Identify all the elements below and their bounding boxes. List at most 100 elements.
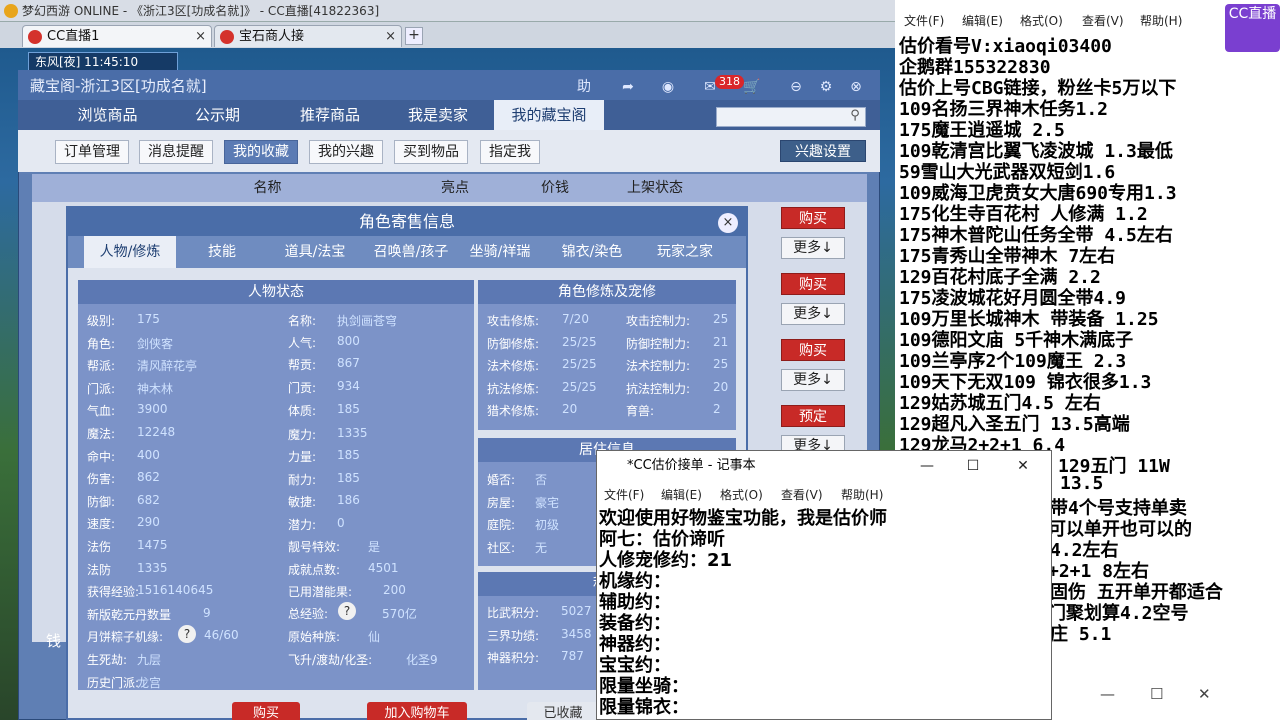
score-label: 神器积分:: [487, 651, 540, 665]
stat-label: 新版乾元丹数量: [87, 607, 172, 622]
tab-label: 宝石商人接: [239, 29, 305, 44]
tab-items[interactable]: 道具/法宝: [270, 236, 360, 268]
my-interest-button[interactable]: 我的兴趣: [309, 140, 383, 164]
buy-button[interactable]: 购买: [781, 339, 845, 361]
help-question-icon[interactable]: ?: [178, 625, 196, 643]
buy-button[interactable]: 购买: [781, 273, 845, 295]
cc-live-logo: CC直播: [1225, 4, 1280, 52]
more-button[interactable]: 更多↓: [781, 303, 845, 325]
help-question-icon[interactable]: ?: [338, 602, 356, 620]
menu-view[interactable]: 查看(V): [781, 486, 823, 503]
cult-label: 防御控制力:: [626, 336, 691, 351]
browser-logo-icon: [4, 4, 18, 18]
stat-label: 魔力:: [288, 428, 317, 442]
search-icon[interactable]: ⚲: [846, 108, 864, 126]
menu-format[interactable]: 格式(O): [720, 486, 763, 503]
stat-label: 体质:: [288, 404, 317, 418]
nav-browse[interactable]: 浏览商品: [60, 100, 155, 130]
tab-pets[interactable]: 召唤兽/孩子: [362, 236, 460, 268]
stat-label: 气血:: [87, 404, 116, 419]
nav-my-cbg[interactable]: 我的藏宝阁: [494, 100, 604, 130]
browser-title: 梦幻西游 ONLINE - 《浙江3区[功成名就]》 - CC直播[418223…: [22, 4, 380, 18]
stat-label: 命中:: [87, 449, 116, 464]
minimize-button[interactable]: —: [904, 451, 950, 481]
stat-label: 法防: [87, 562, 112, 577]
record-icon[interactable]: ◉: [658, 77, 678, 97]
share-icon[interactable]: ➦: [618, 77, 638, 97]
stat-label: 生死劫:: [87, 653, 128, 667]
order-manage-button[interactable]: 订单管理: [55, 140, 129, 164]
maximize-button[interactable]: ☐: [950, 451, 996, 481]
cart-icon[interactable]: 🛒: [742, 77, 762, 97]
reserve-button[interactable]: 预定: [781, 405, 845, 427]
minimize-button[interactable]: —: [1100, 685, 1115, 703]
menu-edit[interactable]: 编辑(E): [661, 486, 702, 503]
tab-outfits[interactable]: 锦衣/染色: [550, 236, 634, 268]
price-line-partial: 13.5: [1060, 473, 1104, 494]
stat-label: 原始种族:: [288, 630, 341, 644]
col-name: 名称: [253, 180, 282, 196]
close-button[interactable]: ✕: [1000, 451, 1046, 481]
nav-public[interactable]: 公示期: [175, 100, 260, 130]
score-value: 3458: [561, 626, 592, 641]
bottom-window-controls: [1052, 680, 1280, 720]
cc-tab-icon: [220, 30, 234, 44]
my-favorites-button[interactable]: 我的收藏: [224, 140, 298, 164]
stat-value: 1475: [137, 538, 168, 552]
more-button[interactable]: 更多↓: [781, 369, 845, 391]
browser-tab-1[interactable]: CC直播1 ×: [22, 25, 212, 47]
stat-label: 名称:: [288, 314, 317, 328]
stat-value: 9: [203, 605, 211, 620]
close-tab-icon[interactable]: ×: [195, 26, 206, 47]
menu-help[interactable]: 帮助(H): [1140, 12, 1182, 29]
close-icon[interactable]: ⊗: [846, 77, 866, 97]
cult-value: 7/20: [562, 312, 589, 326]
home-label: 庭院:: [487, 518, 516, 532]
home-value: 初级: [535, 518, 560, 532]
more-button[interactable]: 更多↓: [781, 237, 845, 259]
assigned-me-button[interactable]: 指定我: [480, 140, 540, 164]
settings-icon[interactable]: ⚙: [816, 77, 836, 97]
menu-file[interactable]: 文件(F): [604, 486, 644, 503]
message-count-badge: 318: [715, 75, 744, 89]
cult-value: 20: [562, 402, 578, 416]
browser-tab-2[interactable]: 宝石商人接 ×: [214, 25, 402, 47]
buy-button[interactable]: 购买: [781, 207, 845, 229]
side-label: 钱: [46, 632, 62, 650]
menu-file[interactable]: 文件(F): [904, 12, 944, 29]
bought-items-button[interactable]: 买到物品: [394, 140, 468, 164]
menu-view[interactable]: 查看(V): [1082, 12, 1124, 29]
help-icon[interactable]: 助: [574, 77, 594, 97]
nav-seller[interactable]: 我是卖家: [392, 100, 484, 130]
add-to-cart-button[interactable]: 加入购物车: [367, 702, 467, 720]
tab-skills[interactable]: 技能: [190, 236, 254, 268]
stat-label: 已用潜能果:: [288, 585, 353, 599]
tab-mounts[interactable]: 坐骑/祥瑞: [460, 236, 540, 268]
tab-character[interactable]: 人物/修炼: [84, 236, 176, 268]
menu-format[interactable]: 格式(O): [1020, 12, 1063, 29]
stat-label: 潜力:: [288, 518, 317, 532]
interest-settings-button[interactable]: 兴趣设置: [780, 140, 866, 162]
stat-value: 神木林: [137, 381, 174, 396]
msg-remind-button[interactable]: 消息提醒: [139, 140, 213, 164]
minimize-icon[interactable]: ⊖: [786, 77, 806, 97]
nav-recommend[interactable]: 推荐商品: [280, 100, 380, 130]
menu-edit[interactable]: 编辑(E): [962, 12, 1003, 29]
home-value: 豪宅: [535, 495, 560, 510]
home-value: 否: [535, 473, 548, 487]
stat-value: 龙宫: [137, 675, 162, 690]
maximize-button[interactable]: ☐: [1150, 685, 1163, 703]
tab-home[interactable]: 玩家之家: [642, 236, 728, 268]
dialog-buy-button[interactable]: 购买: [232, 702, 300, 720]
cult-label: 防御修炼:: [487, 336, 540, 351]
stat-label: 魔法:: [87, 427, 116, 441]
close-button[interactable]: ✕: [1198, 685, 1211, 703]
new-tab-button[interactable]: +: [405, 27, 423, 45]
close-tab-icon[interactable]: ×: [385, 26, 396, 47]
stat-value: 12248: [137, 425, 176, 439]
dialog-close-icon[interactable]: ×: [718, 213, 738, 233]
menu-help[interactable]: 帮助(H): [841, 486, 883, 503]
stat-label: 帮贡:: [288, 358, 317, 372]
favorited-button[interactable]: 已收藏: [527, 702, 599, 720]
search-input[interactable]: [716, 107, 866, 127]
